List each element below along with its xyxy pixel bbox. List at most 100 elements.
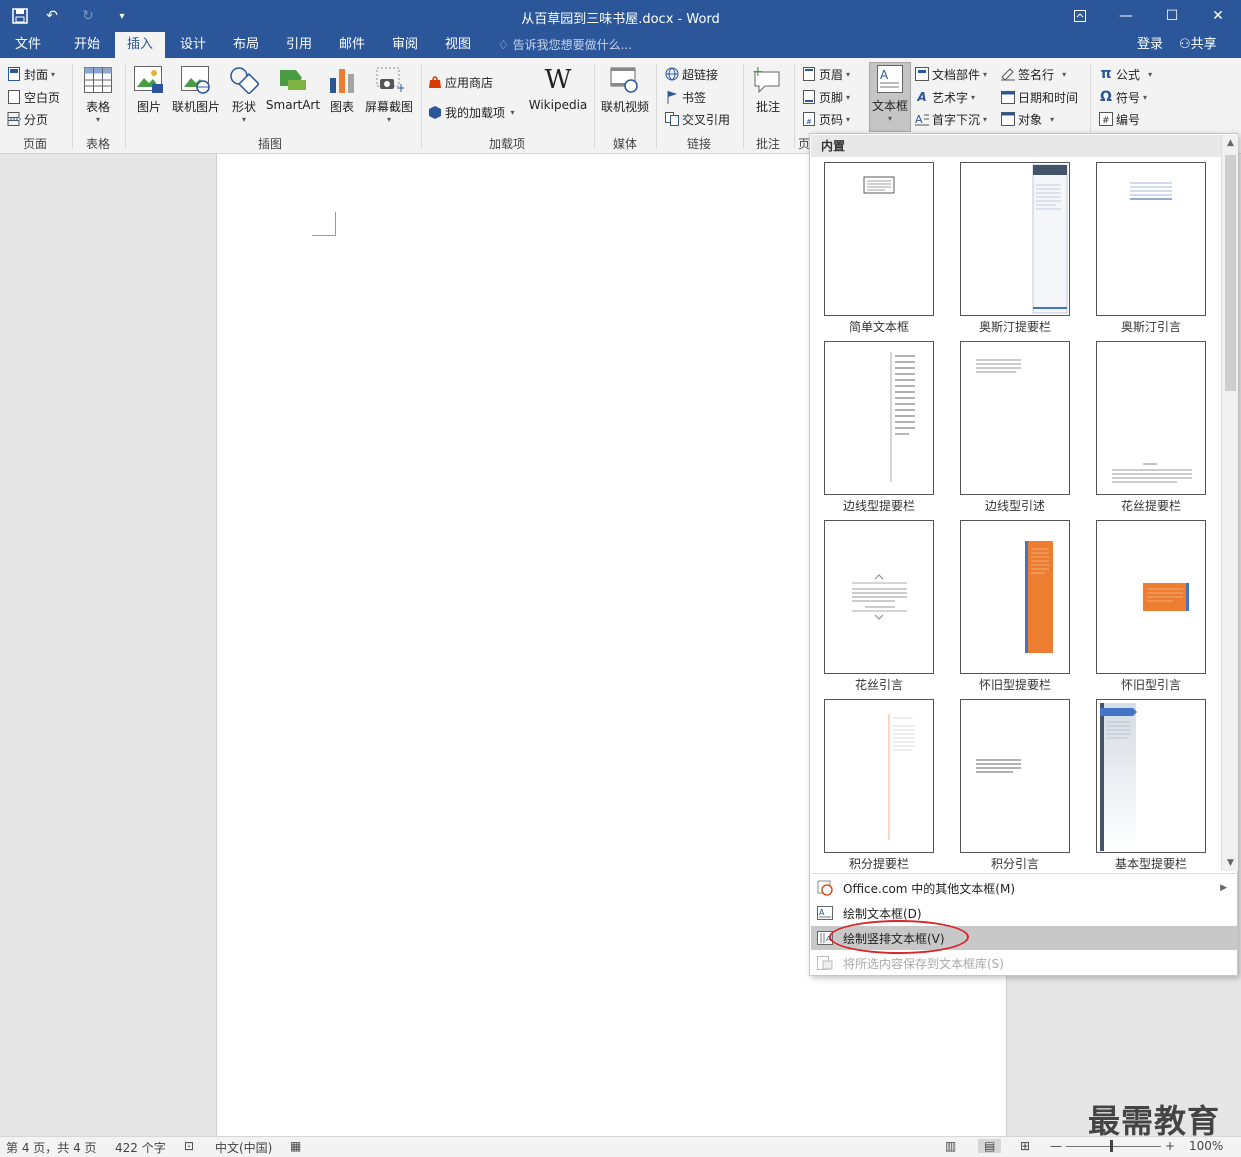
smartart-button[interactable]: SmartArt (265, 64, 321, 112)
separator (743, 64, 744, 148)
read-mode-icon[interactable]: ▥ (945, 1139, 956, 1153)
svg-text:+: + (396, 81, 404, 94)
thumb-austin-sidebar[interactable] (960, 162, 1070, 316)
thumb-label: 边线型引述 (984, 499, 1045, 513)
symbol-button[interactable]: Ω 符号 ▾ (1099, 87, 1147, 107)
store-button[interactable]: 应用商店 (428, 72, 493, 92)
web-layout-icon[interactable]: ⊞ (1020, 1139, 1030, 1153)
thumb-label: 简单文本框 (848, 320, 909, 334)
thumb-austin-quote[interactable] (1096, 162, 1206, 316)
draw-textbox-label: 绘制文本框(D) (843, 906, 922, 921)
tab-home[interactable]: 开始 (64, 32, 110, 58)
thumb-filigree-quote[interactable] (824, 520, 934, 674)
object-button[interactable]: 对象 ▾ (1001, 109, 1054, 129)
tab-file[interactable]: 文件 (6, 32, 50, 58)
word-count[interactable]: 422 个字 (115, 1139, 166, 1156)
print-layout-icon[interactable]: ▤ (978, 1139, 1002, 1153)
thumb-label: 奥斯汀提要栏 (978, 320, 1051, 334)
thumb-sideline-sidebar[interactable] (824, 341, 934, 495)
bar-chart-icon (326, 64, 358, 96)
quickparts-button[interactable]: 文档部件 ▾ (915, 64, 987, 84)
login-link[interactable]: 登录 (1137, 32, 1163, 58)
page-number-button[interactable]: # 页码 ▾ (802, 109, 850, 129)
separator (656, 64, 657, 148)
scroll-up-icon[interactable]: ▲ (1222, 135, 1239, 151)
svg-text:#: # (806, 118, 812, 126)
scroll-thumb[interactable] (1225, 155, 1236, 391)
thumb-integral-quote[interactable] (960, 699, 1070, 853)
close-icon[interactable]: ✕ (1195, 0, 1241, 32)
tab-mailings[interactable]: 邮件 (329, 32, 375, 58)
chart-button[interactable]: 图表 (326, 64, 358, 115)
share-button[interactable]: ⚇共享 (1179, 32, 1217, 58)
number-icon: # (1099, 112, 1113, 126)
page-break-button[interactable]: 分页 (7, 109, 48, 129)
menu-separator (811, 873, 1237, 874)
gallery-scrollbar[interactable]: ▲ ▼ (1221, 135, 1238, 871)
wikipedia-button[interactable]: W Wikipedia (528, 64, 588, 112)
thumb-label: 基本型提要栏 (1114, 857, 1187, 870)
tab-review[interactable]: 审阅 (382, 32, 428, 58)
thumb-retrospect-quote[interactable] (1096, 520, 1206, 674)
table-button[interactable]: 表格 ▾ (80, 64, 116, 124)
tab-references[interactable]: 引用 (276, 32, 322, 58)
footer-button[interactable]: 页脚 ▾ (802, 87, 850, 107)
maximize-icon[interactable]: ☐ (1149, 0, 1195, 32)
header-button[interactable]: 页眉 ▾ (802, 64, 850, 84)
bookmark-button[interactable]: 书签 (665, 87, 706, 107)
cover-page-button[interactable]: 封面 ▾ (7, 64, 55, 84)
proofing-icon[interactable]: ⊡ (184, 1139, 194, 1153)
thumb-label: 积分引言 (990, 857, 1039, 870)
wordart-button[interactable]: A 艺术字 ▾ (915, 87, 975, 107)
thumb-sideline-quote[interactable] (960, 341, 1070, 495)
zoom-out-icon[interactable]: — (1050, 1139, 1062, 1153)
ribbon-display-icon[interactable] (1057, 0, 1103, 32)
blank-page-button[interactable]: 空白页 (7, 87, 60, 107)
thumb-filigree-sidebar[interactable] (1096, 341, 1206, 495)
tab-layout[interactable]: 布局 (223, 32, 269, 58)
thumb-integral-sidebar[interactable] (824, 699, 934, 853)
dropcap-button[interactable]: A 首字下沉 ▾ (915, 109, 987, 129)
scroll-down-icon[interactable]: ▼ (1222, 855, 1239, 871)
screenshot-icon: + (373, 64, 405, 96)
minimize-icon[interactable]: — (1103, 0, 1149, 32)
screenshot-button[interactable]: + 屏幕截图 ▾ (362, 64, 416, 124)
tab-insert[interactable]: 插入 (115, 32, 165, 58)
language-indicator[interactable]: 中文(中国) (215, 1139, 272, 1156)
tab-design[interactable]: 设计 (170, 32, 216, 58)
tell-me-box[interactable]: ♢ 告诉我您想要做什么... (498, 32, 632, 58)
shapes-button[interactable]: 形状 ▾ (227, 64, 261, 124)
online-picture-icon (180, 64, 212, 96)
textbox-button[interactable]: A 文本框 ▾ (869, 62, 911, 132)
page-count[interactable]: 第 4 页，共 4 页 (6, 1139, 97, 1156)
picture-button[interactable]: 图片 (132, 64, 166, 115)
online-video-button[interactable]: 联机视频 (599, 64, 651, 115)
crossref-button[interactable]: 交叉引用 (665, 109, 730, 129)
datetime-button[interactable]: 日期和时间 (1001, 87, 1078, 107)
bookmark-icon (665, 90, 679, 104)
watermark-text: 最需教育 (1088, 1102, 1221, 1140)
my-addins-button[interactable]: 我的加载项 ▾ (428, 102, 515, 122)
thumb-basic-sidebar[interactable] (1096, 699, 1206, 853)
group-label-tables: 表格 (85, 137, 110, 151)
picture-label: 图片 (136, 100, 161, 114)
thumb-label: 积分提要栏 (848, 857, 909, 870)
macro-icon[interactable]: ▦ (290, 1139, 301, 1153)
group-label-media: 媒体 (612, 137, 637, 151)
hyperlink-button[interactable]: 超链接 (665, 64, 718, 84)
thumb-simple-textbox[interactable] (824, 162, 934, 316)
tab-view[interactable]: 视图 (435, 32, 481, 58)
online-video-icon (609, 64, 641, 96)
equation-button[interactable]: π 公式 ▾ (1099, 64, 1152, 84)
online-picture-button[interactable]: 联机图片 (170, 64, 222, 115)
dropcap-label: 首字下沉 (932, 112, 981, 127)
comment-button[interactable]: + 批注 (750, 64, 786, 115)
status-bar: 第 4 页，共 4 页 422 个字 ⊡ 中文(中国) ▦ ▥ ▤ ⊞ — + … (0, 1136, 1241, 1157)
bookmark-label: 书签 (682, 90, 707, 105)
title-bar: ↶ ▾ ↻ ▾ 从百草园到三味书屋.docx - Word — ☐ ✕ (0, 0, 1241, 32)
zoom-slider-track[interactable] (1066, 1146, 1161, 1147)
thumb-retrospect-sidebar[interactable] (960, 520, 1070, 674)
number-button[interactable]: # 编号 (1099, 109, 1140, 129)
more-textboxes-office-item[interactable]: Office.com 中的其他文本框(M) ▶ (811, 876, 1237, 900)
signature-line-button[interactable]: 签名行 ▾ (1001, 64, 1066, 84)
